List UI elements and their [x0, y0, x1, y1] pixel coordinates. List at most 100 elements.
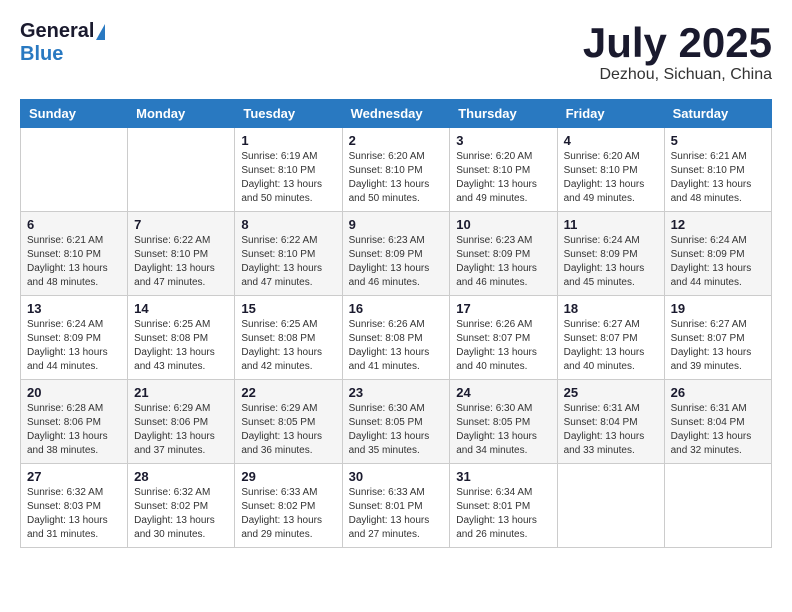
day-info: Sunrise: 6:34 AM Sunset: 8:01 PM Dayligh… [456, 486, 550, 542]
month-title: July 2025 [583, 20, 772, 66]
calendar-cell: 28 Sunrise: 6:32 AM Sunset: 8:02 PM Dayli… [128, 464, 235, 548]
day-number: 3 [456, 133, 550, 148]
calendar-cell: 5 Sunrise: 6:21 AM Sunset: 8:10 PM Daylig… [664, 128, 771, 212]
calendar-cell: 9 Sunrise: 6:23 AM Sunset: 8:09 PM Daylig… [342, 212, 450, 296]
calendar-week-row: 1 Sunrise: 6:19 AM Sunset: 8:10 PM Daylig… [21, 128, 772, 212]
logo-blue-text: Blue [20, 43, 63, 66]
logo: General Blue [20, 20, 105, 66]
calendar-cell: 4 Sunrise: 6:20 AM Sunset: 8:10 PM Daylig… [557, 128, 664, 212]
calendar-cell: 21 Sunrise: 6:29 AM Sunset: 8:06 PM Dayli… [128, 380, 235, 464]
day-number: 1 [241, 133, 335, 148]
day-number: 6 [27, 217, 121, 232]
day-number: 15 [241, 301, 335, 316]
calendar-cell: 12Sunrise: 6:24 AM Sunset: 8:09 PM Dayli… [664, 212, 771, 296]
weekday-header: Tuesday [235, 100, 342, 128]
day-number: 20 [27, 385, 121, 400]
day-number: 25 [564, 385, 658, 400]
calendar-cell: 1 Sunrise: 6:19 AM Sunset: 8:10 PM Daylig… [235, 128, 342, 212]
calendar-cell: 25 Sunrise: 6:31 AM Sunset: 8:04 PM Dayli… [557, 380, 664, 464]
day-info: Sunrise: 6:32 AM Sunset: 8:02 PM Dayligh… [134, 486, 228, 542]
calendar-cell [557, 464, 664, 548]
day-info: Sunrise: 6:27 AM Sunset: 8:07 PM Dayligh… [671, 318, 765, 374]
day-info: Sunrise: 6:23 AM Sunset: 8:09 PM Dayligh… [456, 234, 550, 290]
day-info: Sunrise: 6:23 AM Sunset: 8:09 PM Dayligh… [349, 234, 444, 290]
calendar-cell: 11 Sunrise: 6:24 AM Sunset: 8:09 PM Dayli… [557, 212, 664, 296]
day-number: 11 [564, 217, 658, 232]
day-info: Sunrise: 6:24 AM Sunset: 8:09 PM Dayligh… [671, 234, 765, 290]
day-info: Sunrise: 6:22 AM Sunset: 8:10 PM Dayligh… [134, 234, 228, 290]
day-number: 4 [564, 133, 658, 148]
day-number: 21 [134, 385, 228, 400]
calendar-week-row: 6 Sunrise: 6:21 AM Sunset: 8:10 PM Daylig… [21, 212, 772, 296]
calendar-cell: 20 Sunrise: 6:28 AM Sunset: 8:06 PM Dayli… [21, 380, 128, 464]
calendar-cell: 2Sunrise: 6:20 AM Sunset: 8:10 PM Daylig… [342, 128, 450, 212]
day-info: Sunrise: 6:27 AM Sunset: 8:07 PM Dayligh… [564, 318, 658, 374]
day-info: Sunrise: 6:21 AM Sunset: 8:10 PM Dayligh… [27, 234, 121, 290]
day-info: Sunrise: 6:33 AM Sunset: 8:02 PM Dayligh… [241, 486, 335, 542]
day-info: Sunrise: 6:19 AM Sunset: 8:10 PM Dayligh… [241, 150, 335, 206]
calendar-cell: 15 Sunrise: 6:25 AM Sunset: 8:08 PM Dayli… [235, 296, 342, 380]
day-info: Sunrise: 6:28 AM Sunset: 8:06 PM Dayligh… [27, 402, 121, 458]
day-info: Sunrise: 6:26 AM Sunset: 8:08 PM Dayligh… [349, 318, 444, 374]
day-number: 26 [671, 385, 765, 400]
calendar-cell: 19 Sunrise: 6:27 AM Sunset: 8:07 PM Dayli… [664, 296, 771, 380]
day-info: Sunrise: 6:20 AM Sunset: 8:10 PM Dayligh… [564, 150, 658, 206]
day-number: 8 [241, 217, 335, 232]
day-number: 30 [349, 469, 444, 484]
calendar-cell: 17 Sunrise: 6:26 AM Sunset: 8:07 PM Dayli… [450, 296, 557, 380]
day-number: 17 [456, 301, 550, 316]
calendar-cell: 10Sunrise: 6:23 AM Sunset: 8:09 PM Dayli… [450, 212, 557, 296]
calendar-cell: 6 Sunrise: 6:21 AM Sunset: 8:10 PM Daylig… [21, 212, 128, 296]
calendar-header-row: SundayMondayTuesdayWednesdayThursdayFrid… [21, 100, 772, 128]
day-number: 24 [456, 385, 550, 400]
calendar-cell: 18Sunrise: 6:27 AM Sunset: 8:07 PM Dayli… [557, 296, 664, 380]
calendar-week-row: 27 Sunrise: 6:32 AM Sunset: 8:03 PM Dayli… [21, 464, 772, 548]
calendar-cell: 30 Sunrise: 6:33 AM Sunset: 8:01 PM Dayli… [342, 464, 450, 548]
page-header: General Blue July 2025 Dezhou, Sichuan, … [20, 20, 772, 84]
day-number: 22 [241, 385, 335, 400]
calendar-cell: 27 Sunrise: 6:32 AM Sunset: 8:03 PM Dayli… [21, 464, 128, 548]
day-info: Sunrise: 6:21 AM Sunset: 8:10 PM Dayligh… [671, 150, 765, 206]
calendar-cell: 8Sunrise: 6:22 AM Sunset: 8:10 PM Daylig… [235, 212, 342, 296]
day-number: 31 [456, 469, 550, 484]
day-number: 27 [27, 469, 121, 484]
day-info: Sunrise: 6:29 AM Sunset: 8:05 PM Dayligh… [241, 402, 335, 458]
calendar-table: SundayMondayTuesdayWednesdayThursdayFrid… [20, 99, 772, 548]
day-info: Sunrise: 6:29 AM Sunset: 8:06 PM Dayligh… [134, 402, 228, 458]
day-info: Sunrise: 6:25 AM Sunset: 8:08 PM Dayligh… [134, 318, 228, 374]
day-number: 5 [671, 133, 765, 148]
calendar-cell [21, 128, 128, 212]
day-number: 28 [134, 469, 228, 484]
day-info: Sunrise: 6:30 AM Sunset: 8:05 PM Dayligh… [349, 402, 444, 458]
calendar-cell: 3 Sunrise: 6:20 AM Sunset: 8:10 PM Daylig… [450, 128, 557, 212]
weekday-header: Wednesday [342, 100, 450, 128]
day-number: 19 [671, 301, 765, 316]
day-info: Sunrise: 6:33 AM Sunset: 8:01 PM Dayligh… [349, 486, 444, 542]
calendar-cell [128, 128, 235, 212]
day-number: 13 [27, 301, 121, 316]
day-info: Sunrise: 6:20 AM Sunset: 8:10 PM Dayligh… [456, 150, 550, 206]
calendar-cell [664, 464, 771, 548]
day-info: Sunrise: 6:20 AM Sunset: 8:10 PM Dayligh… [349, 150, 444, 206]
weekday-header: Sunday [21, 100, 128, 128]
calendar-cell: 26Sunrise: 6:31 AM Sunset: 8:04 PM Dayli… [664, 380, 771, 464]
calendar-cell: 13 Sunrise: 6:24 AM Sunset: 8:09 PM Dayli… [21, 296, 128, 380]
calendar-cell: 22 Sunrise: 6:29 AM Sunset: 8:05 PM Dayli… [235, 380, 342, 464]
day-info: Sunrise: 6:24 AM Sunset: 8:09 PM Dayligh… [27, 318, 121, 374]
weekday-header: Saturday [664, 100, 771, 128]
day-info: Sunrise: 6:30 AM Sunset: 8:05 PM Dayligh… [456, 402, 550, 458]
calendar-cell: 7Sunrise: 6:22 AM Sunset: 8:10 PM Daylig… [128, 212, 235, 296]
day-info: Sunrise: 6:31 AM Sunset: 8:04 PM Dayligh… [564, 402, 658, 458]
day-number: 29 [241, 469, 335, 484]
day-info: Sunrise: 6:25 AM Sunset: 8:08 PM Dayligh… [241, 318, 335, 374]
day-info: Sunrise: 6:32 AM Sunset: 8:03 PM Dayligh… [27, 486, 121, 542]
day-number: 23 [349, 385, 444, 400]
day-info: Sunrise: 6:26 AM Sunset: 8:07 PM Dayligh… [456, 318, 550, 374]
day-number: 9 [349, 217, 444, 232]
day-info: Sunrise: 6:24 AM Sunset: 8:09 PM Dayligh… [564, 234, 658, 290]
logo-triangle-icon [96, 24, 105, 40]
location-text: Dezhou, Sichuan, China [583, 66, 772, 84]
weekday-header: Friday [557, 100, 664, 128]
weekday-header: Monday [128, 100, 235, 128]
title-block: July 2025 Dezhou, Sichuan, China [583, 20, 772, 84]
